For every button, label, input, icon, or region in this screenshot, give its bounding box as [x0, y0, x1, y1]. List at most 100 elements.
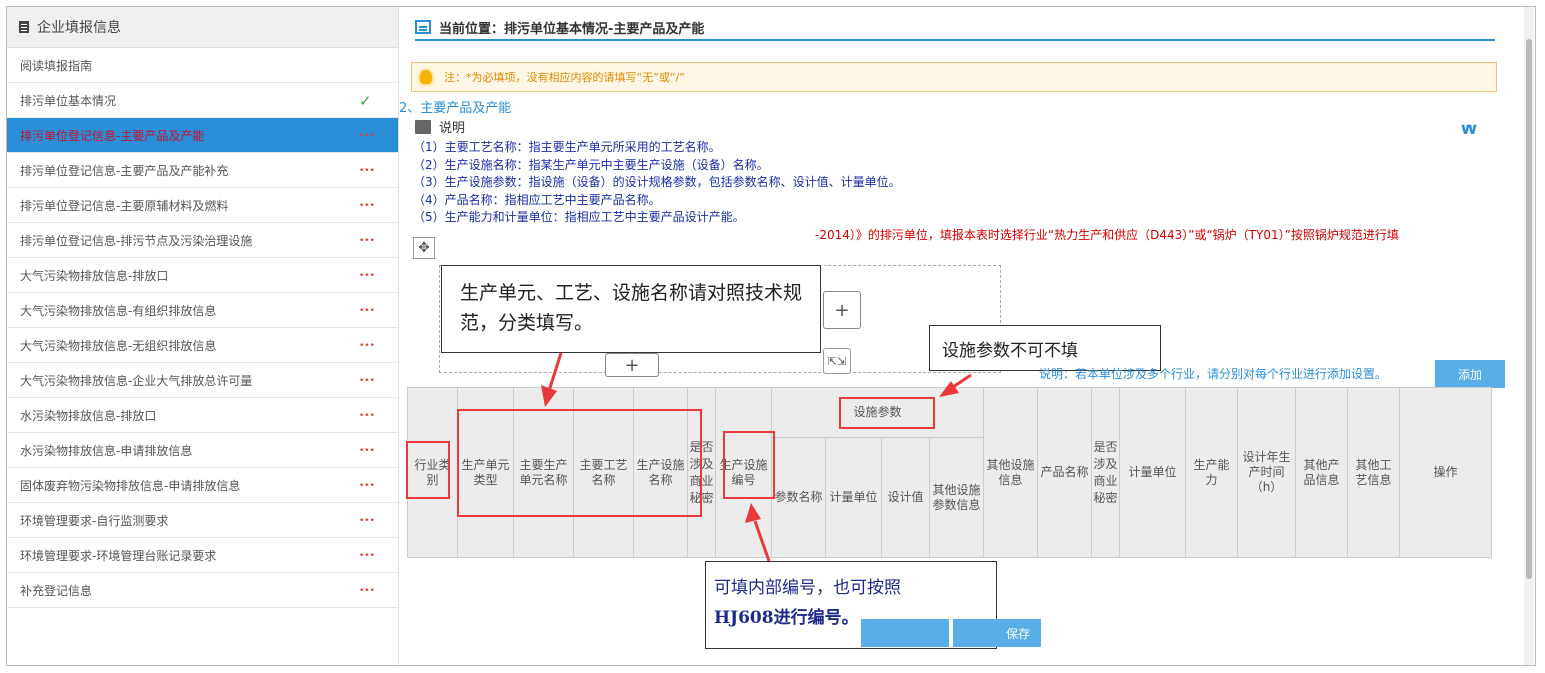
sidebar-item[interactable]: 排污单位登记信息-主要产品及产能 ••• — [7, 118, 398, 153]
scrollbar[interactable] — [1524, 7, 1534, 665]
sidebar: 企业填报信息 阅读填报指南排污单位基本情况 ✓ 排污单位登记信息-主要产品及产能 ••… — [7, 7, 399, 665]
header-secret-2: 是否涉及商业秘密 — [1091, 387, 1121, 558]
note-line: （4）产品名称：指相应工艺中主要产品名称。 — [413, 192, 661, 207]
check-icon: ✓ — [359, 91, 372, 110]
note-title: 说明 — [439, 121, 466, 136]
sidebar-item[interactable]: 大气污染物排放信息-企业大气排放总许可量 ••• — [7, 363, 398, 398]
note-header: 说明 — [415, 117, 465, 136]
sidebar-list: 阅读填报指南 排污单位基本情况 ✓ 排污单位登记信息-主要产品及产能 ••• 排污单位登记… — [7, 48, 398, 608]
sidebar-item[interactable]: 排污单位登记信息-主要原辅材料及燃料 ••• — [7, 188, 398, 223]
sidebar-header: 企业填报信息 — [7, 7, 398, 48]
prev-button[interactable] — [861, 619, 949, 647]
sidebar-item-label: 大气污染物排放信息-企业大气排放总许可量 — [20, 373, 253, 388]
breadcrumb: 当前位置：排污单位基本情况-主要产品及产能 — [415, 15, 1495, 41]
note-line: （2）生产设施名称：指某生产单元中主要生产设施（设备）名称。 — [413, 157, 769, 172]
header-industry: 行业类别 — [407, 387, 458, 558]
header-design: 设计值 — [881, 437, 930, 558]
sidebar-item-label: 环境管理要求-自行监测要求 — [20, 513, 169, 528]
sidebar-item[interactable]: 大气污染物排放信息-排放口 ••• — [7, 258, 398, 293]
pending-dots-icon: ••• — [359, 445, 375, 456]
note-line: （1）主要工艺名称：指主要生产单元所采用的工艺名称。 — [413, 140, 721, 154]
lightbulb-icon — [420, 70, 432, 84]
section-title: 2、主要产品及产能 — [399, 101, 512, 116]
sidebar-item-label: 排污单位登记信息-主要原辅材料及燃料 — [20, 198, 229, 213]
header-facility-no: 生产设施编号 — [715, 387, 772, 558]
resize-icon[interactable]: ⇱⇲ — [823, 348, 851, 374]
callout-unit-names: 生产单元、工艺、设施名称请对照技术规范，分类填写。 — [441, 265, 821, 353]
header-other-facility: 其他设施信息 — [983, 387, 1039, 558]
sidebar-item[interactable]: 水污染物排放信息-申请排放信息 ••• — [7, 433, 398, 468]
header-process: 主要工艺名称 — [573, 387, 634, 558]
app-frame: 企业填报信息 阅读填报指南排污单位基本情况 ✓ 排污单位登记信息-主要产品及产能 ••… — [6, 6, 1536, 666]
note-line: （3）生产设施参数：指设施（设备）的设计规格参数，包括参数名称、设计值、计量单位… — [413, 175, 901, 190]
sidebar-item[interactable]: 排污单位登记信息-主要产品及产能补充 ••• — [7, 153, 398, 188]
pending-dots-icon: ••• — [359, 480, 375, 491]
pending-dots-icon: ••• — [359, 585, 375, 596]
collapse-chevron-icon[interactable]: ∨∨ — [1459, 119, 1479, 138]
multi-industry-description: 说明：若本单位涉及多个行业，请分别对每个行业进行添加设置。 — [1039, 367, 1388, 381]
header-other-process: 其他工艺信息 — [1347, 387, 1401, 558]
header-secret-1: 是否涉及商业秘密 — [687, 387, 716, 558]
document-icon — [19, 21, 29, 33]
sidebar-item-label: 排污单位登记信息-排污节点及污染治理设施 — [20, 233, 253, 248]
sidebar-item[interactable]: 固体废弃物污染物排放信息-申请排放信息 ••• — [7, 468, 398, 503]
scrollbar-thumb[interactable] — [1526, 39, 1532, 579]
pending-dots-icon: ••• — [359, 515, 375, 526]
header-capacity: 生产能力 — [1185, 387, 1239, 558]
header-main-unit: 主要生产单元名称 — [513, 387, 574, 558]
header-params: 设施参数 — [770, 387, 985, 438]
sidebar-item-label: 排污单位基本情况 — [20, 93, 117, 108]
book-icon — [415, 119, 431, 134]
header-measure: 计量单位 — [1119, 387, 1187, 558]
sidebar-item-label: 排污单位登记信息-主要产品及产能 — [20, 128, 205, 143]
pending-dots-icon: ••• — [359, 305, 375, 316]
header-unit-type: 生产单元类型 — [457, 387, 514, 558]
sidebar-item-label: 大气污染物排放信息-有组织排放信息 — [20, 303, 217, 318]
pending-dots-icon: ••• — [359, 165, 375, 176]
sidebar-item-label: 大气污染物排放信息-排放口 — [20, 268, 169, 283]
header-hours: 设计年生产时间（h） — [1237, 387, 1297, 558]
location-icon — [415, 20, 431, 34]
sidebar-item[interactable]: 大气污染物排放信息-有组织排放信息 ••• — [7, 293, 398, 328]
pending-dots-icon: ••• — [359, 270, 375, 281]
sidebar-item[interactable]: 水污染物排放信息-排放口 ••• — [7, 398, 398, 433]
sidebar-item[interactable]: 排污单位基本情况 ✓ — [7, 83, 398, 118]
sidebar-item-label: 补充登记信息 — [20, 583, 93, 598]
sidebar-item[interactable]: 大气污染物排放信息-无组织排放信息 ••• — [7, 328, 398, 363]
sidebar-item[interactable]: 阅读填报指南 — [7, 48, 398, 83]
note-line-7: -2014）》的排污单位，填报本表时选择行业“热力生产和供应（D443）”或“锅… — [815, 227, 1399, 242]
header-param-name: 参数名称 — [771, 437, 826, 558]
move-handle-icon[interactable]: ✥ — [413, 237, 435, 259]
sidebar-item-label: 水污染物排放信息-申请排放信息 — [20, 443, 193, 458]
add-box-plus-button[interactable]: + — [823, 291, 861, 329]
notice-bar: 注：*为必填项，没有相应内容的请填写“无”或“/” — [411, 62, 1497, 92]
sidebar-item-label: 大气污染物排放信息-无组织排放信息 — [20, 338, 217, 353]
pending-dots-icon: ••• — [359, 130, 375, 141]
sidebar-item[interactable]: 环境管理要求-自行监测要求 ••• — [7, 503, 398, 538]
save-button[interactable]: 保存 — [953, 619, 1041, 647]
header-other-param: 其他设施参数信息 — [928, 437, 985, 558]
sidebar-item[interactable]: 排污单位登记信息-排污节点及污染治理设施 ••• — [7, 223, 398, 258]
sidebar-item-label: 环境管理要求-环境管理台账记录要求 — [20, 548, 217, 563]
sidebar-item[interactable]: 环境管理要求-环境管理台账记录要求 ••• — [7, 538, 398, 573]
notice-text: 注：*为必填项，没有相应内容的请填写“无”或“/” — [444, 71, 685, 84]
note-line-7-tail: 报 — [413, 245, 1399, 263]
add-row-plus-button[interactable]: + — [605, 353, 659, 377]
breadcrumb-text: 当前位置：排污单位基本情况-主要产品及产能 — [439, 21, 705, 37]
header-facility: 生产设施名称 — [633, 387, 688, 558]
sidebar-item-label: 排污单位登记信息-主要产品及产能补充 — [20, 163, 229, 178]
callout-facility-no-line1: 可填内部编号，也可按照 — [714, 578, 901, 598]
product-capacity-table: 行业类别 生产单元类型 主要生产单元名称 主要工艺名称 生产设施名称 是否涉及商… — [407, 387, 1493, 558]
pending-dots-icon: ••• — [359, 410, 375, 421]
pending-dots-icon: ••• — [359, 375, 375, 386]
sidebar-item-label: 固体废弃物污染物排放信息-申请排放信息 — [20, 478, 241, 493]
header-ops: 操作 — [1399, 387, 1493, 558]
sidebar-item-label: 水污染物排放信息-排放口 — [20, 408, 157, 423]
note-line: （5）生产能力和计量单位：指相应工艺中主要产品设计产能。 — [413, 210, 745, 225]
add-button[interactable]: 添加 — [1435, 360, 1505, 388]
sidebar-item[interactable]: 补充登记信息 ••• — [7, 573, 398, 608]
header-unit: 计量单位 — [825, 437, 882, 558]
main-panel: 当前位置：排污单位基本情况-主要产品及产能 注：*为必填项，没有相应内容的请填写… — [399, 7, 1525, 665]
pending-dots-icon: ••• — [359, 200, 375, 211]
sidebar-item-label: 阅读填报指南 — [20, 58, 93, 73]
